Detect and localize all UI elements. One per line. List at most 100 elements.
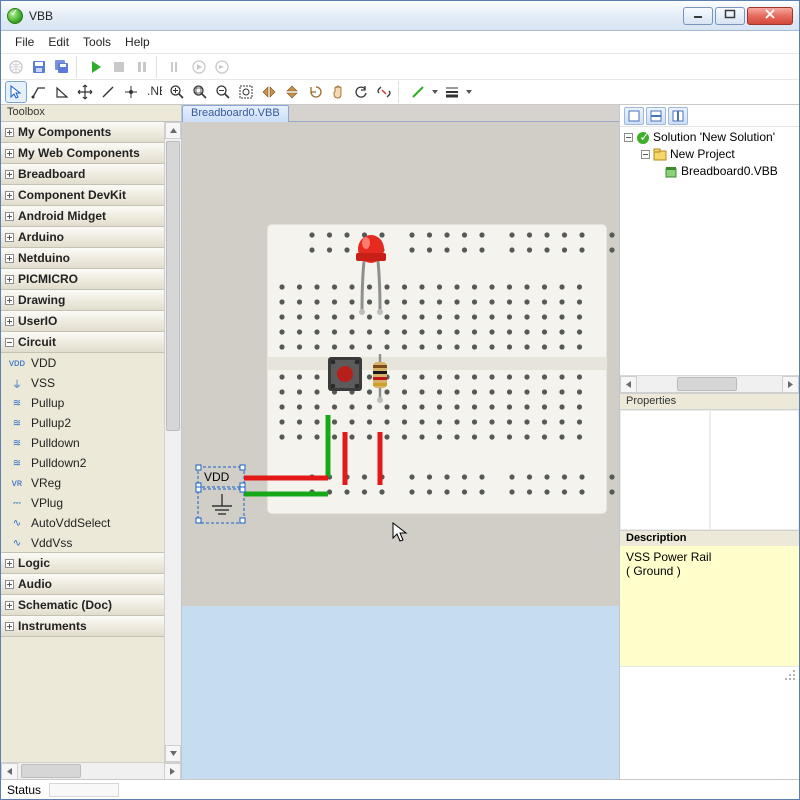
collapse-icon[interactable] xyxy=(5,338,14,347)
toolbox-item[interactable]: ⏚VSS xyxy=(1,373,164,393)
menu-help[interactable]: Help xyxy=(125,35,150,49)
route-icon[interactable] xyxy=(28,81,50,103)
expand-icon[interactable] xyxy=(5,212,14,221)
expand-icon[interactable] xyxy=(5,233,14,242)
expand-icon[interactable] xyxy=(5,580,14,589)
toolbox-category[interactable]: My Web Components xyxy=(1,142,164,164)
scroll-thumb[interactable] xyxy=(677,377,737,391)
toolbox-category[interactable]: PICMICRO xyxy=(1,268,164,290)
pause-icon[interactable] xyxy=(131,56,153,78)
move-icon[interactable] xyxy=(74,81,96,103)
toolbox-category[interactable]: UserIO xyxy=(1,310,164,332)
step-into-icon[interactable] xyxy=(188,56,210,78)
zoom-out-icon[interactable] xyxy=(212,81,234,103)
solution-node[interactable]: Solution 'New Solution' xyxy=(653,129,775,146)
thickness-icon[interactable] xyxy=(441,81,463,103)
properties-grid[interactable] xyxy=(620,410,799,530)
toolbox-item[interactable]: ⎓VPlug xyxy=(1,493,164,513)
save-all-icon[interactable] xyxy=(51,56,73,78)
toolbox-category[interactable]: Arduino xyxy=(1,226,164,248)
expand-icon[interactable] xyxy=(5,149,14,158)
toolbox-item[interactable]: ≋Pullup2 xyxy=(1,413,164,433)
thickness-dropdown[interactable] xyxy=(464,81,474,103)
toolbox-item[interactable]: ≋Pulldown xyxy=(1,433,164,453)
scroll-up-icon[interactable] xyxy=(165,122,181,139)
canvas[interactable]: VDD xyxy=(182,122,619,779)
globe-icon[interactable] xyxy=(5,56,27,78)
view-single-icon[interactable] xyxy=(624,107,644,125)
toolbox-category[interactable]: Netduino xyxy=(1,247,164,269)
minimize-button[interactable] xyxy=(683,7,713,25)
expand-icon[interactable] xyxy=(5,559,14,568)
maximize-button[interactable] xyxy=(715,7,745,25)
scroll-right-icon[interactable] xyxy=(164,763,181,780)
close-button[interactable] xyxy=(747,7,793,25)
net-label-icon[interactable]: .NET xyxy=(143,81,165,103)
solution-explorer[interactable]: ✓ Solution 'New Solution' New Project Br… xyxy=(620,127,799,393)
toolbox-category[interactable]: Audio xyxy=(1,573,164,595)
angle-icon[interactable] xyxy=(51,81,73,103)
tree-collapse-icon[interactable] xyxy=(624,133,633,142)
toolbox-list[interactable]: My ComponentsMy Web ComponentsBreadboard… xyxy=(1,122,164,762)
zoom-in-icon[interactable] xyxy=(166,81,188,103)
break-link-icon[interactable] xyxy=(373,81,395,103)
line-icon[interactable] xyxy=(97,81,119,103)
project-node[interactable]: New Project xyxy=(670,146,735,163)
scroll-down-icon[interactable] xyxy=(165,745,181,762)
scroll-thumb[interactable] xyxy=(166,141,180,431)
toolbox-vscrollbar[interactable] xyxy=(164,122,181,762)
scroll-left-icon[interactable] xyxy=(620,376,637,393)
tab-breadboard0[interactable]: Breadboard0.VBB xyxy=(182,105,289,122)
toolbox-item[interactable]: ≋Pulldown2 xyxy=(1,453,164,473)
scroll-track[interactable] xyxy=(18,763,164,779)
expand-icon[interactable] xyxy=(5,317,14,326)
toolbox-category[interactable]: Drawing xyxy=(1,289,164,311)
expand-icon[interactable] xyxy=(5,601,14,610)
step-over-icon[interactable] xyxy=(211,56,233,78)
toolbox-category[interactable]: Component DevKit xyxy=(1,184,164,206)
toolbox-hscrollbar[interactable] xyxy=(1,762,181,779)
toolbox-category[interactable]: Circuit xyxy=(1,331,164,353)
toolbox-category[interactable]: Breadboard xyxy=(1,163,164,185)
file-node[interactable]: Breadboard0.VBB xyxy=(681,163,778,180)
toolbox-category[interactable]: Instruments xyxy=(1,615,164,637)
zoom-region-icon[interactable] xyxy=(235,81,257,103)
junction-icon[interactable] xyxy=(120,81,142,103)
expand-icon[interactable] xyxy=(5,275,14,284)
scroll-left-icon[interactable] xyxy=(1,763,18,780)
stop-icon[interactable] xyxy=(108,56,130,78)
save-icon[interactable] xyxy=(28,56,50,78)
rotate-icon[interactable] xyxy=(304,81,326,103)
scroll-track[interactable] xyxy=(637,376,782,392)
toolbox-item[interactable]: ∿VddVss xyxy=(1,533,164,553)
scroll-right-icon[interactable] xyxy=(782,376,799,393)
wire-color-dropdown[interactable] xyxy=(430,81,440,103)
toolbox-item[interactable]: vʀVReg xyxy=(1,473,164,493)
scroll-thumb[interactable] xyxy=(21,764,81,778)
toolbox-category[interactable]: Android Midget xyxy=(1,205,164,227)
refresh-icon[interactable] xyxy=(350,81,372,103)
expand-icon[interactable] xyxy=(5,254,14,263)
menu-edit[interactable]: Edit xyxy=(48,35,69,49)
zoom-fit-icon[interactable] xyxy=(189,81,211,103)
toolbox-category[interactable]: Logic xyxy=(1,552,164,574)
toolbox-category[interactable]: Schematic (Doc) xyxy=(1,594,164,616)
pointer-icon[interactable] xyxy=(5,81,27,103)
expand-icon[interactable] xyxy=(5,191,14,200)
view-split-h-icon[interactable] xyxy=(646,107,666,125)
menu-tools[interactable]: Tools xyxy=(83,35,111,49)
flip-h-icon[interactable] xyxy=(258,81,280,103)
toolbox-category[interactable]: My Components xyxy=(1,122,164,143)
tree-hscrollbar[interactable] xyxy=(620,375,799,392)
resize-grip[interactable] xyxy=(620,666,799,682)
pan-icon[interactable] xyxy=(327,81,349,103)
tree-collapse-icon[interactable] xyxy=(641,150,650,159)
toolbox-item[interactable]: vᴅᴅVDD xyxy=(1,353,164,373)
view-split-v-icon[interactable] xyxy=(668,107,688,125)
toolbox-item[interactable]: ∿AutoVddSelect xyxy=(1,513,164,533)
step-back-icon[interactable] xyxy=(165,56,187,78)
flip-v-icon[interactable] xyxy=(281,81,303,103)
expand-icon[interactable] xyxy=(5,128,14,137)
expand-icon[interactable] xyxy=(5,622,14,631)
scroll-track[interactable] xyxy=(165,139,181,745)
